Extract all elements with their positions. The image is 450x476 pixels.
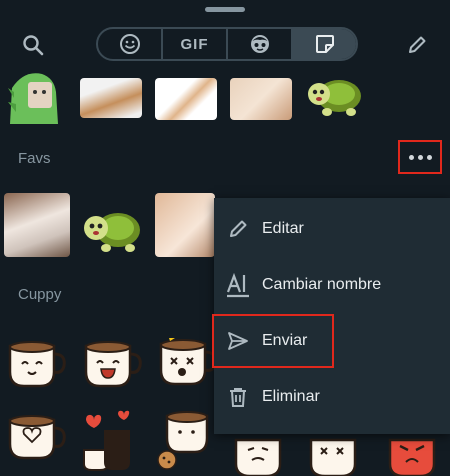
more-dot	[417, 154, 423, 160]
sticker-fav-turtle[interactable]	[80, 200, 144, 256]
sticker-puppy[interactable]	[80, 78, 142, 118]
sticker-cuppy-latte-cookie[interactable]	[155, 408, 221, 470]
rename-icon	[214, 272, 262, 298]
sticker-cuppy-laugh[interactable]	[80, 336, 146, 392]
sticker-cuppy-ko[interactable]	[305, 436, 371, 476]
sticker-cuppy-smile[interactable]	[4, 336, 70, 392]
sticker-icon	[315, 35, 334, 53]
tab-gif[interactable]: GIF	[163, 29, 228, 59]
search-icon	[23, 35, 44, 56]
edit-stickers-button[interactable]	[402, 30, 432, 60]
menu-item-label: Cambiar nombre	[262, 276, 382, 293]
turtle-sticker-image	[84, 213, 140, 252]
more-dot	[426, 154, 432, 160]
drag-handle[interactable]	[205, 7, 245, 12]
menu-item-rename[interactable]: Cambiar nombre	[214, 257, 450, 313]
section-label-favs: Favs	[18, 150, 51, 167]
tab-stickers[interactable]	[293, 29, 356, 59]
trash-icon	[214, 386, 262, 408]
sticker-cuppy-love[interactable]	[78, 410, 148, 472]
sticker-tabs: GIF	[96, 27, 358, 61]
menu-item-edit[interactable]: Editar	[214, 201, 450, 257]
sticker-fav-chihuahua[interactable]	[155, 193, 215, 257]
pencil-icon	[409, 36, 426, 53]
menu-item-label: Editar	[262, 220, 304, 237]
emoji-icon	[119, 34, 140, 54]
sticker-chihuahua[interactable]	[230, 78, 292, 120]
search-button[interactable]	[18, 30, 48, 60]
section-label-cuppy: Cuppy	[18, 286, 62, 303]
sticker-cuppy-angry[interactable]	[384, 436, 450, 476]
tab-avatar[interactable]	[228, 29, 293, 59]
send-highlight-frame	[212, 314, 334, 368]
gif-label: GIF	[180, 35, 209, 53]
sticker-cuppy-sad[interactable]	[230, 436, 296, 476]
avatar-icon	[250, 35, 269, 53]
sticker-puppy-small[interactable]	[155, 78, 217, 120]
menu-item-label: Eliminar	[262, 388, 320, 405]
sticker-cuppy-broken-heart[interactable]	[4, 414, 70, 466]
turtle-sticker-image	[308, 80, 361, 116]
more-dot	[408, 154, 414, 160]
tab-emoji[interactable]	[98, 29, 163, 59]
sticker-fav-puppy[interactable]	[4, 193, 70, 257]
menu-item-delete[interactable]: Eliminar	[214, 369, 450, 425]
pencil-icon	[214, 218, 262, 240]
sticker-turtle[interactable]	[305, 68, 365, 120]
favs-more-button[interactable]	[398, 140, 442, 174]
sticker-dino[interactable]	[4, 68, 70, 124]
dino-sticker-image	[8, 73, 58, 124]
